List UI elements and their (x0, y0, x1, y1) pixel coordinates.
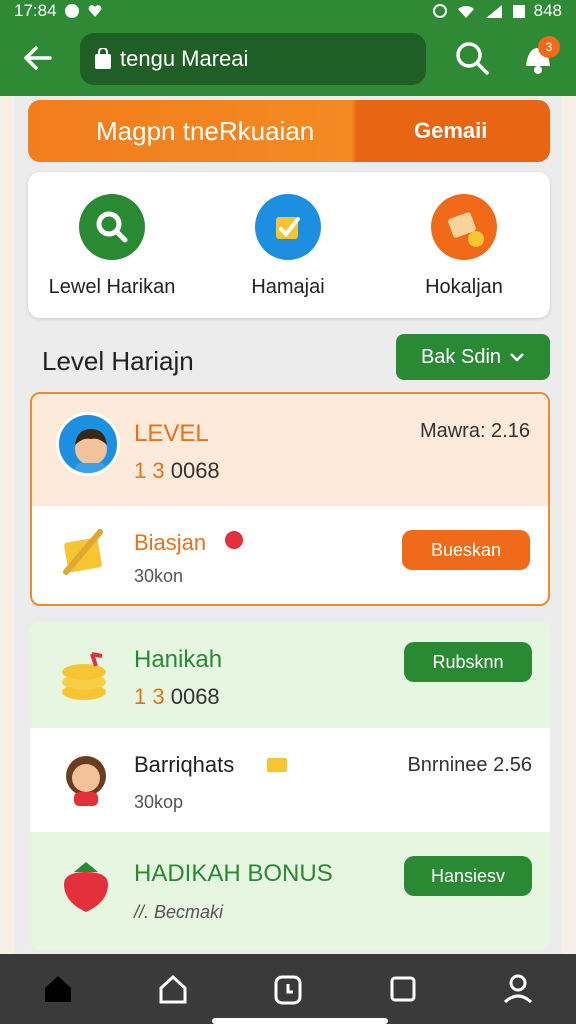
level-task-row: Biasjan 30kon Bueskan (32, 506, 548, 604)
level-right-value: Mawra: 2.16 (419, 420, 530, 442)
level-points: 0068 (170, 458, 220, 483)
shortcut-hamajai[interactable]: Hamajai (208, 194, 368, 299)
list-item[interactable]: Barriqhats 30kop Bnrninee 2.56 (30, 728, 550, 832)
shortcut-label: Hamajai (251, 276, 325, 298)
battery-level: 848 (533, 1, 562, 20)
banner-button[interactable]: Gemaii (414, 118, 487, 144)
notification-badge: 3 (538, 36, 560, 58)
notification-button[interactable]: 3 (516, 36, 560, 80)
avatar (56, 412, 120, 476)
gift-icon (267, 758, 287, 772)
task-name: Biasjan (134, 530, 207, 555)
user-icon (504, 974, 533, 1004)
section-title: Level Hariajn (42, 345, 194, 376)
shortcut-label: Hokaljan (425, 276, 503, 298)
home-outline-icon (159, 974, 187, 1004)
shortcut-panel: Lewel Harikan Hamajai Hokaljan (28, 172, 550, 318)
alarm-icon (432, 4, 447, 18)
coupon-icon (431, 194, 497, 260)
search-field[interactable]: tengu Mareai (80, 33, 426, 85)
search-icon[interactable] (452, 38, 492, 78)
nav-profile[interactable] (488, 959, 548, 1019)
home-indicator (212, 1018, 388, 1024)
list-item-button[interactable]: Hansiesv (404, 856, 532, 896)
section-button-label: Bak Sdin (420, 345, 502, 368)
section-dropdown-button[interactable]: Bak Sdin (396, 334, 550, 380)
list-item-subtitle: //. Becmaki (134, 902, 224, 922)
banner-title: Magpn tneRkuaian (96, 115, 315, 146)
notification-dot-icon (64, 4, 79, 18)
level-header: LEVEL 1 3 0068 Mawra: 2.16 (32, 394, 548, 506)
list-item-right-value: Bnrninee 2.56 (407, 754, 532, 776)
pencil-icon (63, 529, 103, 575)
clock-icon (274, 975, 302, 1005)
list-item-title: Barriqhats (134, 752, 235, 777)
level-card[interactable]: LEVEL 1 3 0068 Mawra: 2.16 Biasjan 30kon… (30, 392, 550, 606)
task-action-button[interactable]: Bueskan (402, 530, 530, 570)
heart-icon (88, 5, 101, 17)
nav-time[interactable] (258, 959, 318, 1019)
signal-icon (485, 5, 502, 18)
list-item-subtitle: 30kop (134, 792, 184, 812)
section-header: Level Hariajn Bak Sdin (28, 332, 550, 390)
apple-icon (225, 531, 243, 549)
level-name: LEVEL (134, 420, 209, 447)
battery-icon (512, 5, 525, 18)
nav-square[interactable] (373, 959, 433, 1019)
list-item-subtitle: 1 3 0068 (134, 684, 220, 710)
search-text: tengu Mareai (120, 46, 249, 71)
nav-home[interactable] (28, 959, 88, 1019)
home-filled-icon (44, 976, 71, 1002)
app-bar: tengu Mareai 3 (0, 22, 576, 96)
list-item[interactable]: Hanikah 1 3 0068 Rubsknn (30, 622, 550, 728)
status-bar: 17:84 848 (0, 0, 576, 22)
avatar-girl-icon (66, 756, 106, 806)
status-time: 17:84 (14, 1, 57, 20)
strawberry-icon (64, 862, 108, 912)
shopping-bag-icon (95, 48, 111, 69)
list-item[interactable]: HADIKAH BONUS //. Becmaki Hansiesv (30, 832, 550, 950)
content-area: Magpn tneRkuaian Gemaii Lewel Harikan Ha… (14, 96, 562, 954)
list-item-number: 1 3 (134, 684, 165, 709)
shortcut-hokaljan[interactable]: Hokaljan (384, 194, 544, 299)
wifi-icon (457, 5, 474, 19)
list-item-button[interactable]: Rubsknn (404, 642, 532, 682)
search-icon (79, 194, 145, 260)
back-arrow-icon[interactable] (20, 40, 56, 76)
list-item-points: 0068 (170, 684, 220, 709)
coins-icon (62, 652, 106, 700)
level-number: 1 3 (134, 458, 165, 483)
list-item-title: HADIKAH BONUS (134, 860, 333, 887)
square-icon (390, 976, 416, 1002)
level-subtitle: 1 3 0068 (134, 458, 220, 484)
edit-icon (255, 194, 321, 260)
promo-banner[interactable]: Magpn tneRkuaian Gemaii (28, 100, 550, 162)
shortcut-label: Lewel Harikan (48, 276, 176, 298)
list-item-title: Hanikah (134, 646, 223, 673)
reward-list: Hanikah 1 3 0068 Rubsknn Barriqhats 30ko… (30, 622, 550, 950)
chevron-down-icon (510, 353, 524, 362)
nav-house[interactable] (143, 959, 203, 1019)
bottom-navigation (0, 954, 576, 1024)
task-subtitle: 30kon (134, 566, 184, 586)
shortcut-level-harian[interactable]: Lewel Harikan (32, 194, 192, 299)
